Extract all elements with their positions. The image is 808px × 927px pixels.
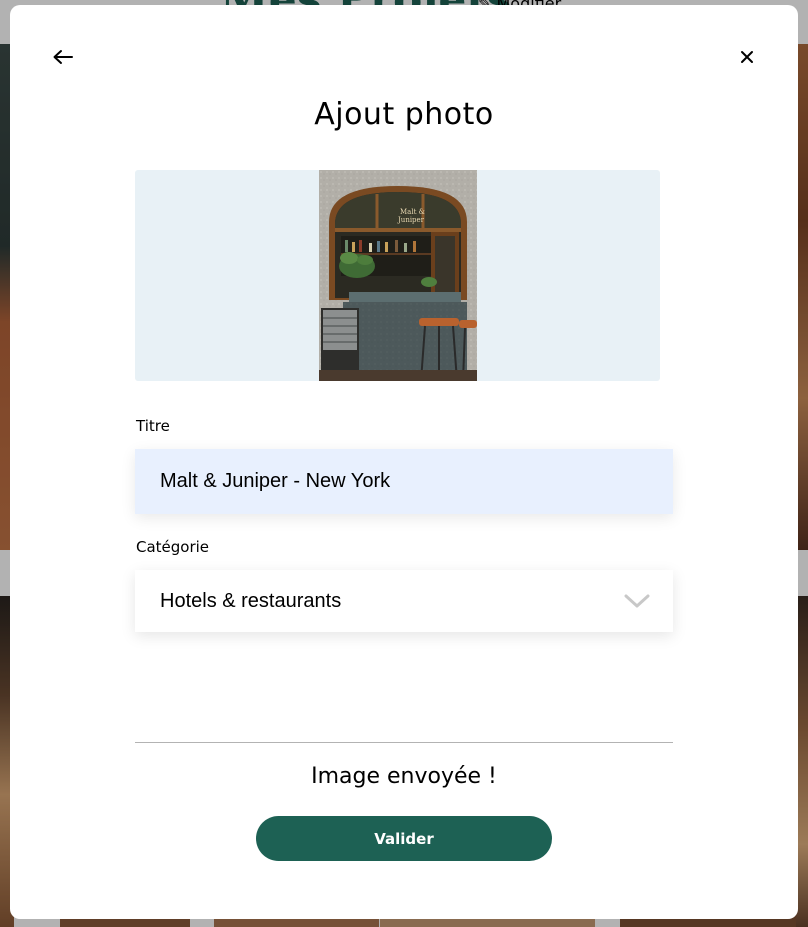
category-select[interactable]: Hotels & restaurants	[135, 570, 673, 632]
category-selected-value: Hotels & restaurants	[160, 589, 342, 612]
title-label: Titre	[136, 417, 170, 435]
back-button[interactable]	[48, 42, 78, 72]
divider	[135, 742, 673, 743]
svg-text:Juniper: Juniper	[397, 216, 425, 224]
upload-status-message: Image envoyée !	[311, 764, 497, 789]
category-label: Catégorie	[136, 538, 210, 556]
arrow-left-icon	[53, 50, 73, 64]
uploaded-photo-preview: Malt & Juniper	[319, 170, 477, 381]
close-button[interactable]	[732, 42, 762, 72]
validate-button[interactable]: Valider	[256, 816, 552, 861]
modal-title: Ajout photo	[314, 97, 494, 133]
title-input[interactable]	[135, 449, 673, 514]
image-preview-area[interactable]: Malt & Juniper	[135, 170, 660, 381]
chevron-down-icon	[624, 594, 650, 608]
close-icon	[741, 51, 753, 63]
svg-text:Malt &: Malt &	[400, 208, 425, 216]
add-photo-modal: Ajout photo Malt & Juniper Titre Malt & …	[10, 5, 798, 919]
